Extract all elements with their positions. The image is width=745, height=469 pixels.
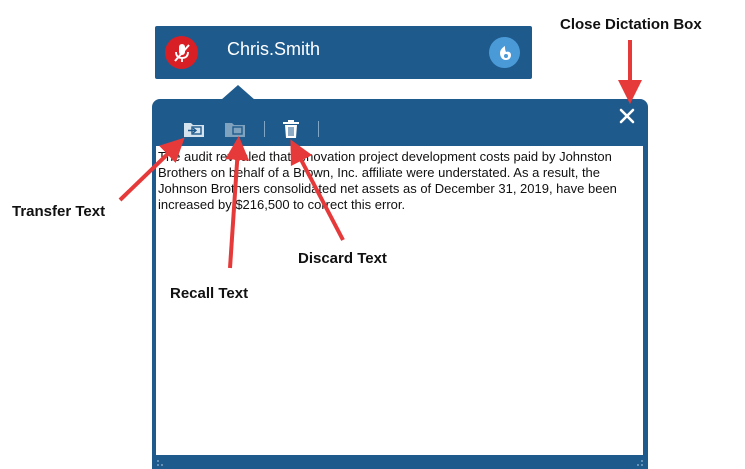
close-annotation: Close Dictation Box: [560, 16, 702, 33]
annotation-arrows: [118, 40, 642, 269]
recall-arrow: [225, 136, 250, 269]
transfer-arrow: [118, 137, 185, 202]
recall-annotation: Recall Text: [170, 285, 249, 302]
transfer-annotation: Transfer Text: [12, 203, 106, 220]
discard-arrow: [290, 139, 345, 241]
discard-annotation: Discard Text: [298, 250, 387, 267]
